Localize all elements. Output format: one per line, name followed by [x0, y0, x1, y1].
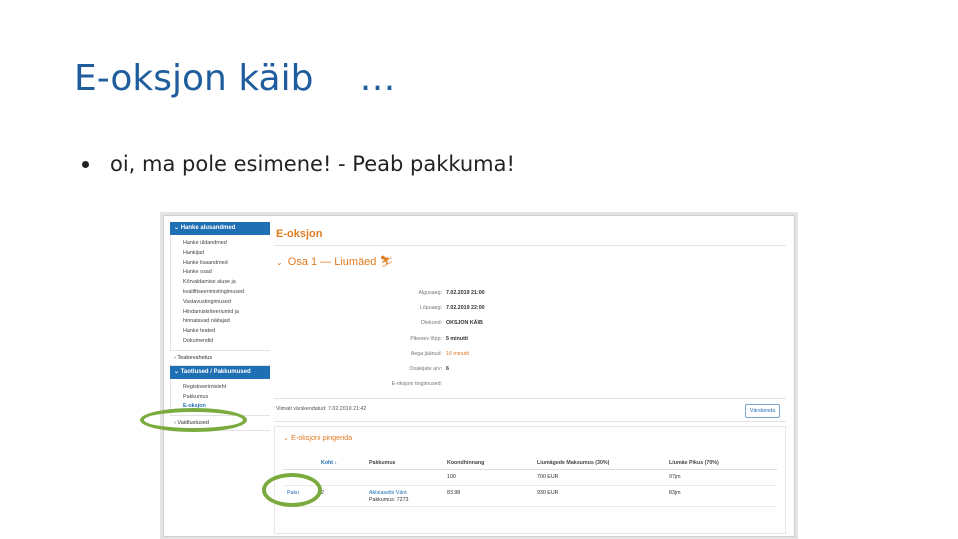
info-value: 7.02.2019 22:00: [446, 305, 485, 312]
table-row: Paku 2 Aktsiaselts Vänt Pakkumus: 7273 83…: [283, 486, 777, 507]
info-label: Pikenev lõpp:: [410, 335, 442, 342]
ranking-table: Koht ↓ Pakkumus Koondhinnang Liumägede M…: [283, 457, 777, 507]
info-label: Lõpuaeg:: [419, 305, 442, 312]
table-cell: 700 EUR: [537, 474, 559, 480]
sidebar-item-kvalifitseerimistingimused[interactable]: kvalifitseerimistingimused: [183, 288, 270, 298]
table-cell: 83jm: [669, 490, 681, 496]
ranking-panel: ⌄ E-oksjoni pingerida Koht ↓ Pakkumus Ko…: [274, 426, 786, 534]
info-row-olekund: Olekund: OKSJON KÄIB: [274, 316, 574, 331]
info-row-osalejate-arv: Osalejate arv: 6: [274, 362, 574, 377]
sidebar-item-hankijad[interactable]: Hankijad: [183, 249, 270, 259]
main-content: E-oksjon ⌄ Osa 1 — Liumäed ⛷ Algusaeg: 7.…: [274, 222, 786, 534]
column-header: Liumäe Pikus (70%): [669, 460, 719, 466]
info-value: 6: [446, 365, 449, 372]
page-title: E-oksjon: [274, 222, 786, 246]
slide-title-text: E-oksjon käib: [74, 58, 314, 99]
sidebar-item-dokumendid[interactable]: Dokumendid: [183, 337, 270, 347]
sidebar-item-hinnatavad-naitajad[interactable]: hinnatavad näitajad: [183, 317, 270, 327]
table-cell: Aktsiaselts Vänt Pakkumus: 7273: [369, 490, 408, 503]
sidebar: ⌄ Hanke alusandmed Hanke üldandmed Hanki…: [170, 222, 270, 432]
bidder-link[interactable]: Aktsiaselts Vänt: [369, 490, 407, 496]
sidebar-item-pakkumus[interactable]: Pakkumus: [183, 393, 270, 403]
info-row-algusaeg: Algusaeg: 7.02.2019 21:00: [274, 286, 574, 301]
sidebar-item-hanke-lisaandmed[interactable]: Hanke lisaandmed: [183, 259, 270, 269]
table-cell: 97jm: [669, 474, 681, 480]
table-cell: 930 EUR: [537, 490, 559, 496]
info-value: 5 minutit: [446, 335, 469, 342]
sidebar-item-hanke-osad[interactable]: Hanke osad: [183, 268, 270, 278]
slide-bullet: oi, ma pole esimene! - Peab pakkuma!: [82, 152, 515, 176]
table-row: 100 700 EUR 97jm: [283, 470, 777, 486]
info-row-pikenev-lopp: Pikenev lõpp: 5 minutit: [274, 332, 574, 347]
lot-title[interactable]: ⌄ Osa 1 — Liumäed ⛷: [274, 255, 786, 268]
skier-icon: ⛷: [379, 256, 394, 268]
refresh-bar: Viimati värskendatud: 7.02.2019 21:42 Vä…: [274, 398, 786, 422]
chevron-down-icon: ⌄: [276, 258, 283, 267]
sidebar-section-teabevahetus[interactable]: › Teabevahetus: [170, 349, 270, 366]
column-header: Koondhinnang: [447, 460, 485, 466]
info-row-aega-jaanud: Aega jäänud: 16 minutit: [274, 347, 574, 362]
column-header: Pakkumus: [369, 460, 396, 466]
status-value: OKSJON KÄIB: [446, 320, 483, 327]
table-header-row: Koht ↓ Pakkumus Koondhinnang Liumägede M…: [283, 457, 777, 470]
highlight-ring-paku: [262, 473, 322, 507]
info-label: Aega jäänud:: [410, 350, 442, 357]
info-label: Algusaeg:: [418, 290, 442, 296]
table-cell: 100: [447, 474, 456, 480]
info-value: 7.02.2019 21:00: [446, 290, 485, 296]
sidebar-item-vastavustingimused[interactable]: Vastavustingimused: [183, 298, 270, 308]
sidebar-section-label: Hanke alusandmed: [180, 225, 236, 231]
sidebar-item-hanke-uldandmed[interactable]: Hanke üldandmed: [183, 239, 270, 249]
lot-title-text: Osa 1 — Liumäed: [287, 256, 377, 268]
column-header-koht[interactable]: Koht ↓: [321, 460, 337, 467]
slide-title: E-oksjon käib …: [74, 58, 395, 99]
info-label: E-oksjoni tingimused:: [391, 381, 442, 388]
sidebar-item-registreerimisleht[interactable]: Registreerimisleht: [183, 383, 270, 393]
bullet-dot-icon: [82, 160, 89, 168]
auction-info: Algusaeg: 7.02.2019 21:00 Lõpuaeg: 7.02.20…: [274, 286, 574, 392]
slide-bullet-text: oi, ma pole esimene! - Peab pakkuma!: [110, 152, 515, 176]
sidebar-section-label: Taotlused / Pakkumused: [180, 368, 251, 375]
sidebar-section-label: Teabevahetus: [177, 354, 213, 361]
time-remaining-value: 16 minutit: [446, 350, 469, 357]
refresh-button[interactable]: Värskenda: [745, 404, 780, 418]
sidebar-item-hanke-teated[interactable]: Hanke teated: [183, 327, 270, 337]
info-row-lopuaeg: Lõpuaeg: 7.02.2019 22:00: [274, 301, 574, 316]
embedded-screenshot: ⌄ Hanke alusandmed Hanke üldandmed Hanki…: [163, 215, 795, 537]
ranking-title-text: E-oksjoni pingerida: [291, 433, 353, 442]
chevron-down-icon: ⌄: [283, 433, 290, 442]
sidebar-list-alusandmed: Hanke üldandmed Hankijad Hanke lisaandme…: [170, 235, 270, 350]
slide-title-ellipsis: …: [359, 58, 396, 99]
table-cell: 83.98: [447, 490, 461, 496]
highlight-ring-e-oksjon: [140, 408, 247, 432]
info-label: Osalejate arv:: [409, 365, 442, 372]
sidebar-section-hanke-alusandmed[interactable]: ⌄ Hanke alusandmed: [170, 222, 270, 235]
last-updated-text: Viimati värskendatud: 7.02.2019 21:42: [276, 406, 367, 412]
info-label: Olekund:: [420, 320, 442, 327]
ranking-title[interactable]: ⌄ E-oksjoni pingerida: [283, 433, 352, 442]
sidebar-item-korvaldamise-alused[interactable]: Kõrvaldamise aluse ja: [183, 278, 270, 288]
column-header: Liumägede Maksumus (30%): [537, 460, 610, 466]
sidebar-item-hindamiskriteeriumid[interactable]: Hindamiskriteeriumid ja: [183, 308, 270, 318]
sidebar-section-taotlused-pakkumused[interactable]: ⌄ Taotlused / Pakkumused: [170, 365, 270, 379]
info-row-tingimused: E-oksjoni tingimused:: [274, 377, 574, 392]
bid-number: Pakkumus: 7273: [369, 496, 409, 503]
